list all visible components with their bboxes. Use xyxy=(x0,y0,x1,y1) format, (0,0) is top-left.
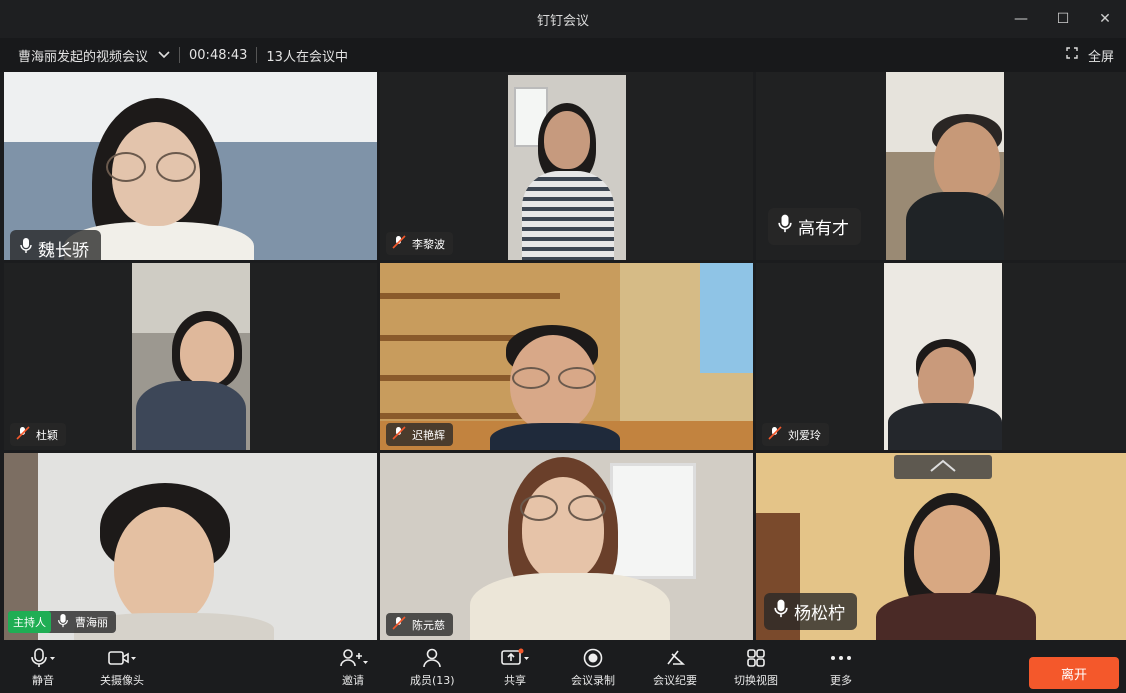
microphone-muted-icon xyxy=(392,426,406,443)
window xyxy=(700,263,753,373)
participant-video xyxy=(886,72,1004,260)
divider xyxy=(256,47,258,63)
maximize-button[interactable]: ☐ xyxy=(1042,0,1084,38)
microphone-muted-icon xyxy=(392,616,406,633)
invite-label: 邀请 xyxy=(342,674,364,687)
video-tile[interactable]: 杨松柠 xyxy=(756,453,1126,640)
mute-button[interactable]: 静音 xyxy=(30,647,56,688)
close-button[interactable]: ✕ xyxy=(1084,0,1126,38)
participant-count: 13人在会议中 xyxy=(266,49,348,65)
app-title: 钉钉会议 xyxy=(536,13,589,29)
switch-view-button[interactable]: 切换视图 xyxy=(734,647,778,688)
participant-name-tag: 李黎波 xyxy=(386,232,453,255)
participant-name-tag: 杨松柠 xyxy=(764,593,857,630)
participant-name: 高有才 xyxy=(798,219,849,239)
meeting-title-dropdown[interactable]: 曹海丽发起的视频会议 xyxy=(0,46,170,65)
summary-button[interactable]: 会议纪要 xyxy=(653,647,697,688)
share-label: 共享 xyxy=(504,674,526,687)
microphone-muted-icon xyxy=(768,426,782,443)
collapse-chevron[interactable] xyxy=(894,455,992,479)
participant-name-tag: 迟艳辉 xyxy=(386,423,453,446)
more-button[interactable]: 更多 xyxy=(829,647,853,688)
microphone-icon xyxy=(30,647,56,669)
fullscreen-label: 全屏 xyxy=(1087,49,1114,65)
participant-name: 魏长骄 xyxy=(38,241,89,260)
share-button[interactable]: 共享 xyxy=(500,647,530,688)
window xyxy=(610,463,696,579)
lightning-note-icon xyxy=(664,647,686,669)
switch-view-label: 切换视图 xyxy=(734,674,778,687)
host-badge: 主持人 xyxy=(8,611,51,633)
microphone-muted-icon xyxy=(392,235,406,252)
participant-name: 李黎波 xyxy=(412,237,445,251)
video-tile[interactable]: 迟艳辉 xyxy=(380,263,753,450)
participant-name-tag: 陈元慈 xyxy=(386,613,453,636)
video-tile[interactable]: 陈元慈 xyxy=(380,453,753,640)
camera-icon xyxy=(107,647,137,669)
participant-name-tag: 魏长骄 xyxy=(10,230,101,260)
camera-off-label: 关摄像头 xyxy=(100,674,144,687)
participant-name: 杨松柠 xyxy=(794,604,845,624)
divider xyxy=(179,47,181,63)
participant-name: 迟艳辉 xyxy=(412,428,445,442)
video-tile[interactable]: 魏长骄 xyxy=(4,72,377,260)
meeting-info-bar: 曹海丽发起的视频会议 00:48:43 13人在会议中 全屏 xyxy=(0,38,1126,72)
video-grid: 魏长骄 李黎波 高有才 杜颖 迟艳辉 刘爱玲 主持人 曹海丽 陈元慈 杨松柠 xyxy=(4,72,1126,640)
add-user-icon xyxy=(338,647,368,669)
window-controls: — ☐ ✕ xyxy=(1000,0,1126,38)
summary-label: 会议纪要 xyxy=(653,674,697,687)
participant-video xyxy=(132,263,250,450)
meeting-timer: 00:48:43 xyxy=(189,47,248,63)
video-tile[interactable]: 主持人 曹海丽 xyxy=(4,453,377,640)
participant-video xyxy=(884,263,1002,450)
invite-button[interactable]: 邀请 xyxy=(338,647,368,688)
record-icon xyxy=(582,647,604,669)
video-tile[interactable]: 刘爱玲 › xyxy=(756,263,1126,450)
grid-view-icon xyxy=(745,647,767,669)
video-tile[interactable]: 杜颖 xyxy=(4,263,377,450)
participant-video xyxy=(508,75,626,260)
members-button[interactable]: 成员(13) xyxy=(410,647,455,688)
microphone-icon xyxy=(778,214,792,239)
members-label: 成员(13) xyxy=(410,674,455,687)
meeting-toolbar: 静音 关摄像头 邀请 成员(13) 共享 会议录制 会议纪要 切换视图 更多 离… xyxy=(0,643,1126,693)
host-name-tag: 主持人 曹海丽 xyxy=(8,611,116,633)
record-label: 会议录制 xyxy=(571,674,615,687)
microphone-muted-icon xyxy=(16,426,30,443)
mute-label: 静音 xyxy=(32,674,54,687)
video-tile[interactable]: 高有才 xyxy=(756,72,1126,260)
microphone-icon xyxy=(20,238,32,259)
microphone-icon xyxy=(774,599,788,624)
members-icon xyxy=(421,647,443,669)
fullscreen-icon xyxy=(1066,47,1078,63)
share-screen-icon xyxy=(500,647,530,669)
participant-name: 刘爱玲 xyxy=(788,428,821,442)
chevron-up-icon xyxy=(929,458,957,477)
microphone-icon xyxy=(57,613,69,631)
title-bar: 钉钉会议 — ☐ ✕ xyxy=(0,0,1126,38)
participant-name-tag: 高有才 xyxy=(768,208,861,245)
camera-off-button[interactable]: 关摄像头 xyxy=(100,647,144,688)
participant-name: 曹海丽 xyxy=(75,616,108,629)
leave-button[interactable]: 离开 xyxy=(1029,657,1119,689)
fullscreen-button[interactable]: 全屏 xyxy=(1066,38,1114,72)
participant-name-tag: 杜颖 xyxy=(10,423,66,446)
record-button[interactable]: 会议录制 xyxy=(571,647,615,688)
more-icon xyxy=(829,647,853,669)
participant-name-tag: 刘爱玲 xyxy=(762,423,829,446)
participant-name: 陈元慈 xyxy=(412,618,445,632)
more-label: 更多 xyxy=(830,674,852,687)
chevron-down-icon xyxy=(158,48,170,63)
video-tile[interactable]: 李黎波 xyxy=(380,72,753,260)
meeting-title: 曹海丽发起的视频会议 xyxy=(18,49,149,65)
participant-name: 杜颖 xyxy=(36,428,58,442)
minimize-button[interactable]: — xyxy=(1000,0,1042,38)
